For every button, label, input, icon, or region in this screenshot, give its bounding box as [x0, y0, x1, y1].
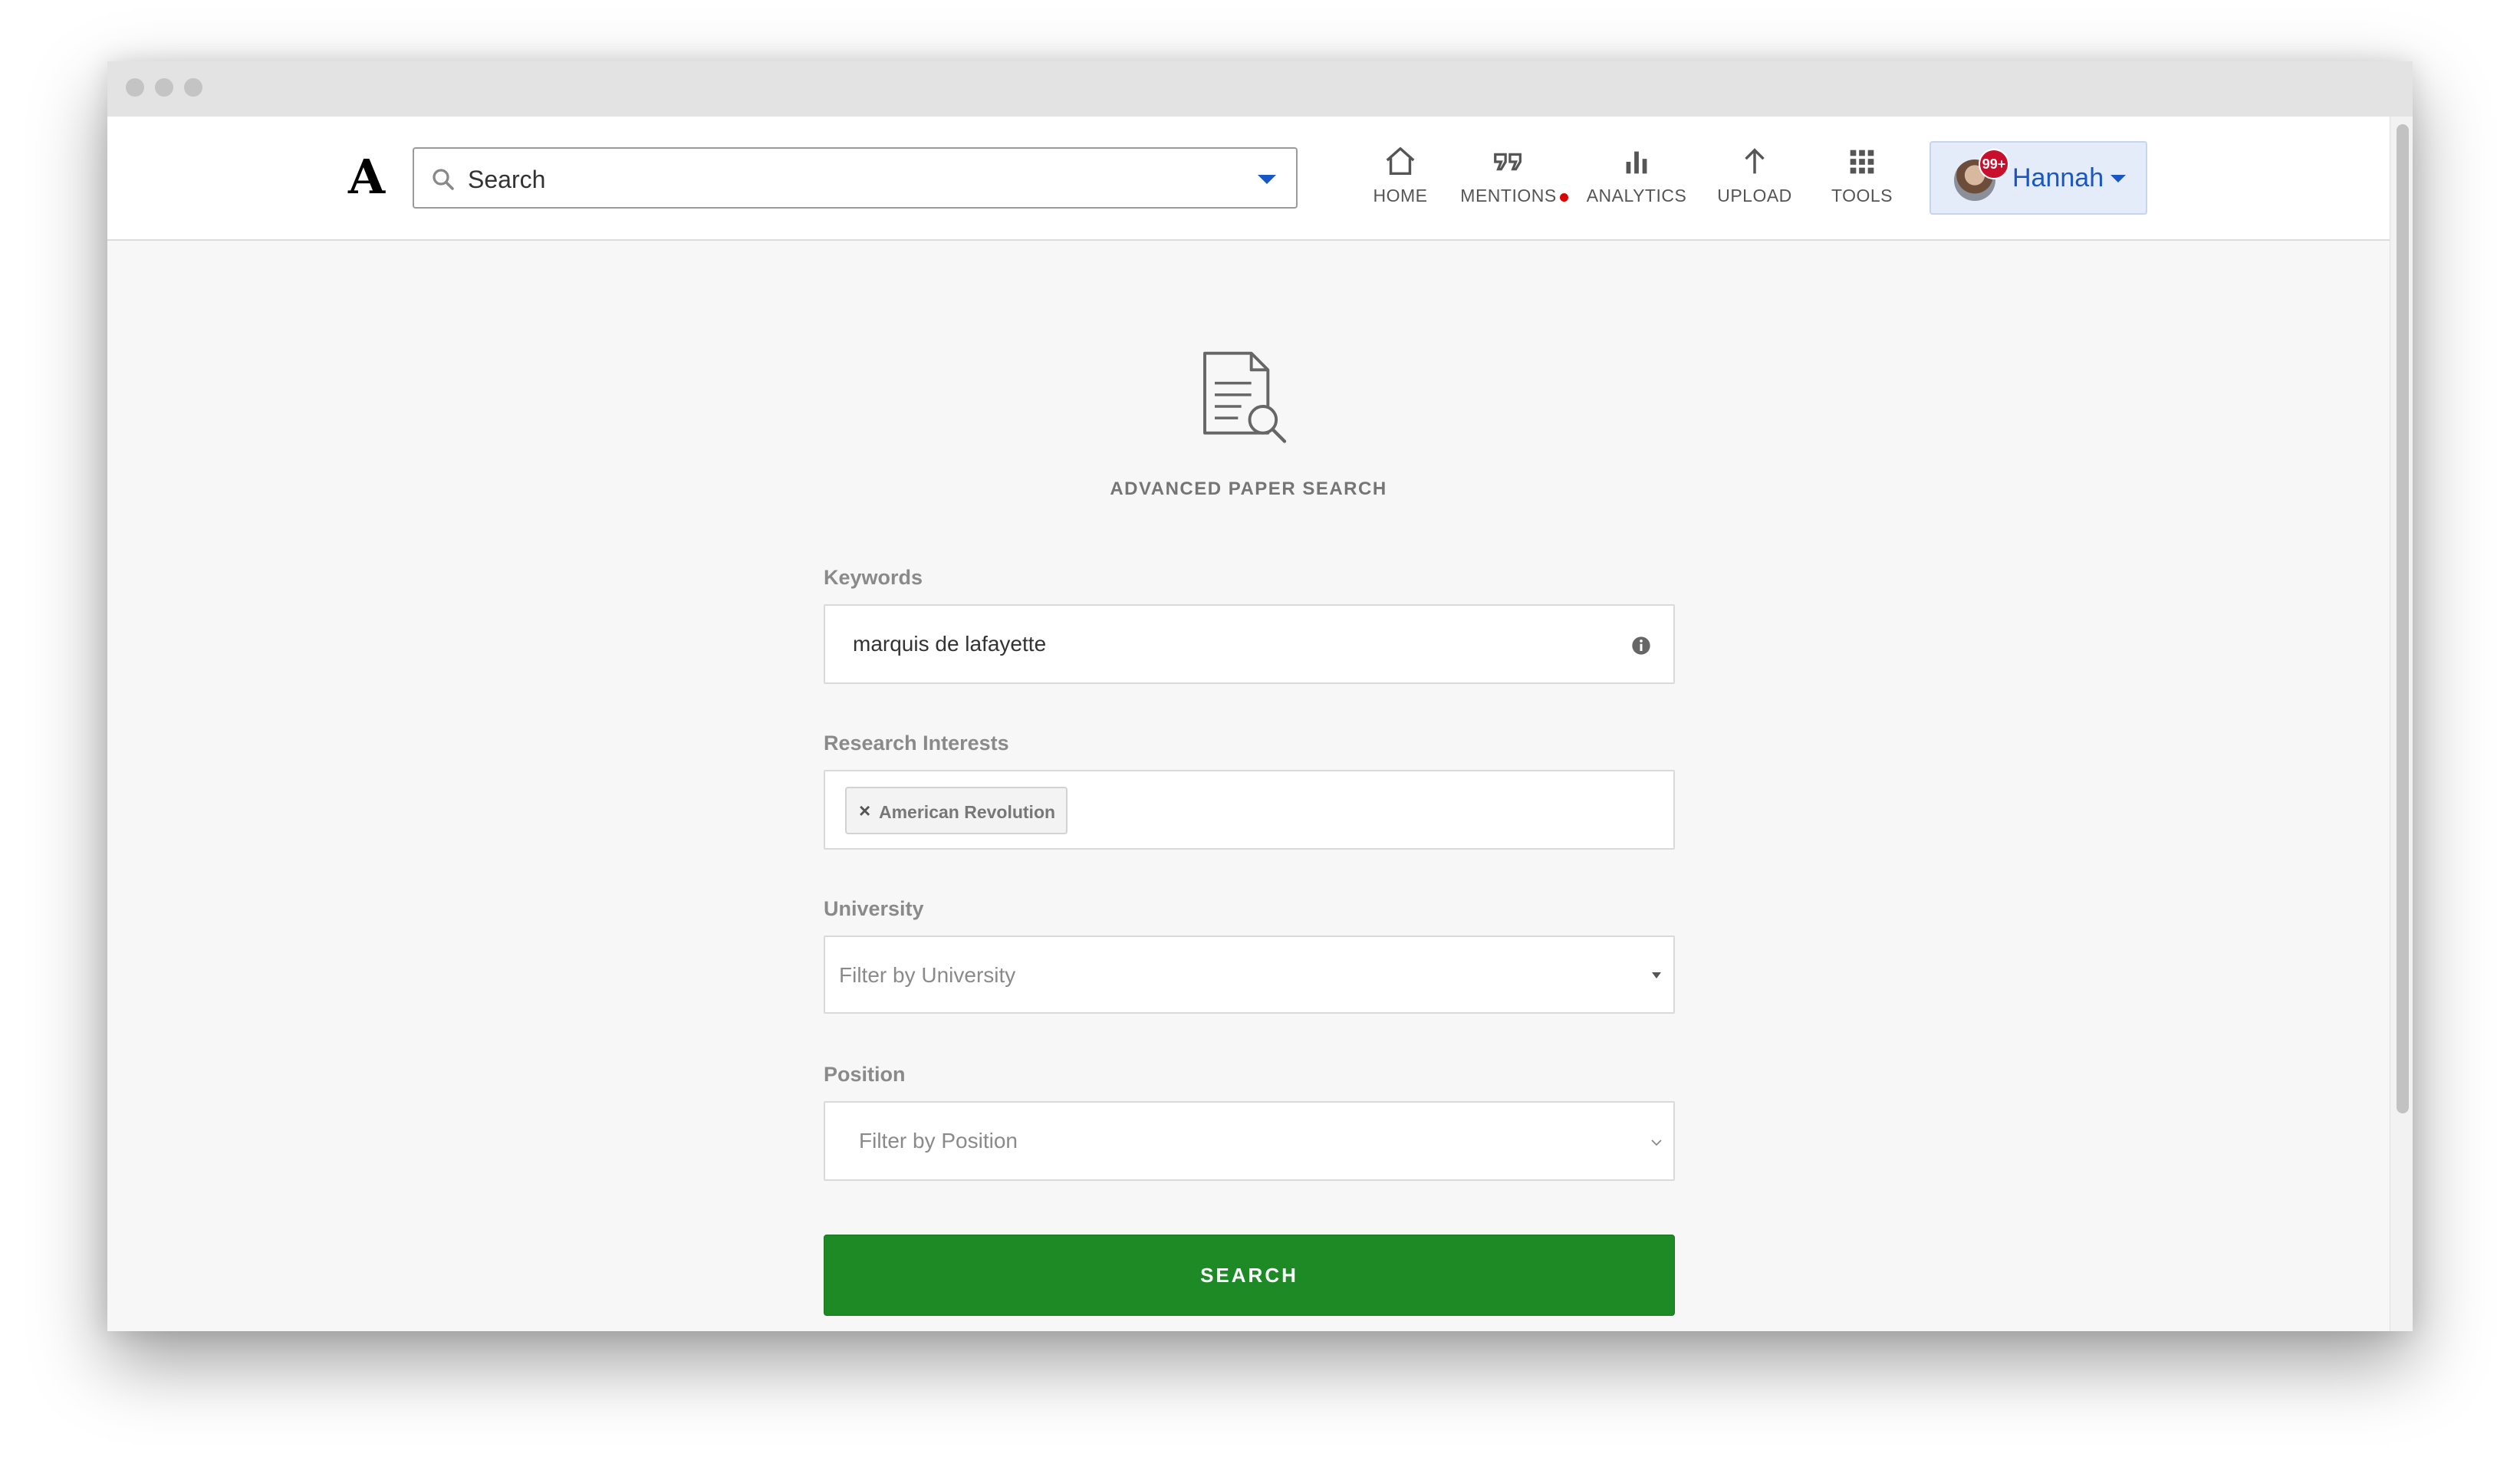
page-viewport: A Search HOME MENTIONS ANALYTICS UPLOAD …: [107, 117, 2390, 1331]
university-label: University: [824, 897, 924, 920]
nav-upload[interactable]: UPLOAD: [1712, 144, 1798, 218]
nav-mentions[interactable]: MENTIONS: [1459, 144, 1558, 218]
site-logo[interactable]: A: [348, 150, 385, 204]
university-placeholder: Filter by University: [839, 963, 1016, 987]
user-name: Hannah: [2012, 163, 2104, 192]
notification-dot: [1560, 193, 1568, 202]
nav-tools[interactable]: TOOLS: [1824, 144, 1900, 218]
chip-label: American Revolution: [879, 802, 1056, 822]
global-search-input[interactable]: Search: [413, 147, 1298, 209]
caret-down-icon: [1652, 972, 1661, 978]
window-titlebar: [107, 61, 2413, 117]
chevron-down-icon[interactable]: [1258, 175, 1276, 184]
keywords-input[interactable]: marquis de lafayette: [824, 604, 1675, 684]
browser-window: A Search HOME MENTIONS ANALYTICS UPLOAD …: [107, 61, 2413, 1331]
position-label: Position: [824, 1063, 906, 1086]
window-close-dot[interactable]: [126, 78, 144, 97]
user-menu-button[interactable]: 99+ Hannah: [1929, 141, 2147, 215]
scrollbar-thumb[interactable]: [2397, 124, 2409, 1113]
grid-icon: [1850, 150, 1874, 174]
document-search-icon: [1203, 351, 1287, 443]
chevron-down-icon: [1651, 1139, 1662, 1146]
research-interests-input[interactable]: × American Revolution: [824, 770, 1675, 850]
top-navbar: A Search HOME MENTIONS ANALYTICS UPLOAD …: [107, 117, 2390, 241]
vertical-scrollbar[interactable]: [2390, 117, 2413, 1331]
search-button[interactable]: SEARCH: [824, 1235, 1675, 1316]
keywords-label: Keywords: [824, 566, 923, 589]
nav-upload-label: UPLOAD: [1717, 186, 1792, 206]
page-title: ADVANCED PAPER SEARCH: [1110, 478, 1387, 499]
home-icon: [1386, 147, 1415, 176]
keywords-value: marquis de lafayette: [853, 632, 1047, 656]
quote-icon: [1494, 153, 1522, 171]
arrow-up-icon: [1745, 148, 1765, 174]
nav-home-label: HOME: [1373, 186, 1428, 206]
position-select[interactable]: Filter by Position: [824, 1101, 1675, 1181]
university-select[interactable]: Filter by University: [824, 936, 1675, 1014]
search-icon: [433, 169, 454, 190]
notification-badge: 99+: [1979, 149, 2009, 179]
position-placeholder: Filter by Position: [859, 1129, 1018, 1153]
bar-chart-icon: [1626, 151, 1647, 174]
window-minimize-dot[interactable]: [155, 78, 173, 97]
interest-chip: × American Revolution: [845, 787, 1068, 834]
nav-tools-label: TOOLS: [1831, 186, 1893, 206]
nav-analytics[interactable]: ANALYTICS: [1583, 144, 1690, 218]
nav-home[interactable]: HOME: [1362, 144, 1439, 218]
chevron-down-icon: [2110, 175, 2126, 182]
chip-remove-button[interactable]: ×: [859, 799, 870, 822]
nav-mentions-label: MENTIONS: [1460, 186, 1557, 206]
research-interests-label: Research Interests: [824, 732, 1009, 755]
search-placeholder: Search: [468, 166, 546, 193]
window-zoom-dot[interactable]: [184, 78, 202, 97]
nav-analytics-label: ANALYTICS: [1586, 186, 1687, 206]
info-icon[interactable]: [1630, 635, 1652, 656]
